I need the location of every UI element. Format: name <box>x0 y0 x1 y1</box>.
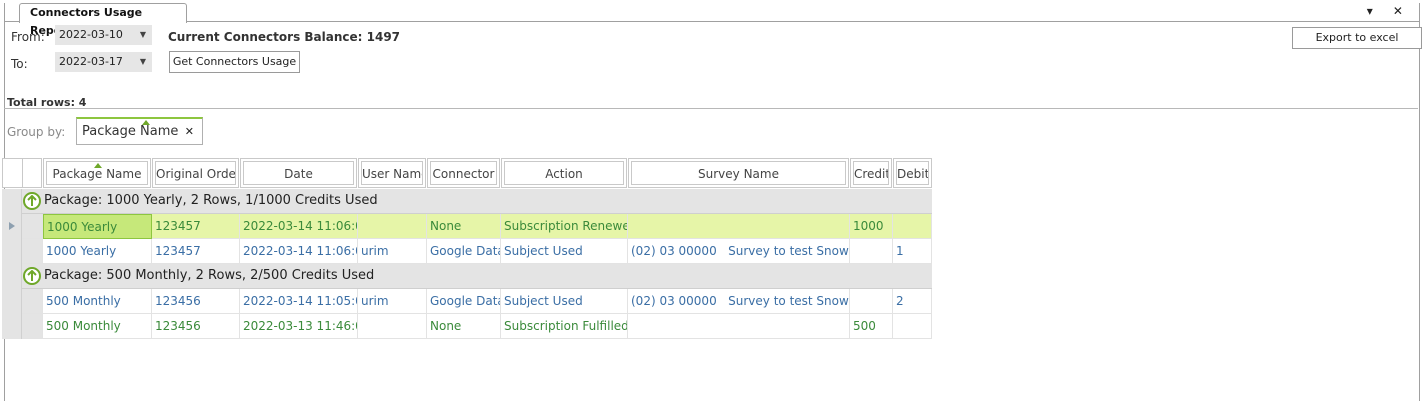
row-header <box>2 264 22 289</box>
column-header-connector[interactable]: Connector <box>427 158 500 188</box>
column-header-action[interactable]: Action <box>501 158 627 188</box>
group-title: Package: 1000 Yearly, 2 Rows, 1/1000 Cre… <box>44 193 378 208</box>
group-by-label: Group by: <box>7 125 66 139</box>
cell-user-name[interactable] <box>358 214 427 239</box>
tab-strip: Connectors Usage Report ▾ ✕ <box>5 3 1419 37</box>
cell-original-order[interactable]: 123456 <box>152 289 240 314</box>
cell-survey-name[interactable] <box>628 214 850 239</box>
cell-debit[interactable]: 1 <box>893 239 932 264</box>
cell-original-order[interactable]: 123456 <box>152 314 240 339</box>
group-row[interactable]: Package: 500 Monthly, 2 Rows, 2/500 Cred… <box>2 264 932 289</box>
row-header-corner <box>2 158 22 188</box>
cell-original-order[interactable]: 123457 <box>152 214 240 239</box>
sort-ascending-icon <box>94 163 102 168</box>
group-title: Package: 500 Monthly, 2 Rows, 2/500 Cred… <box>44 268 375 283</box>
row-header[interactable] <box>2 239 22 264</box>
cell-action[interactable]: Subscription Renewed <box>501 214 628 239</box>
cell-action[interactable]: Subscription Fulfilled <box>501 314 628 339</box>
column-header-date[interactable]: Date <box>240 158 357 188</box>
column-header-user-name[interactable]: User Name <box>358 158 426 188</box>
divider <box>4 108 1418 109</box>
sort-ascending-icon <box>142 120 150 125</box>
dropdown-arrow-icon[interactable]: ▼ <box>140 53 146 71</box>
group-by-chip[interactable]: Package Name ✕ <box>76 117 203 145</box>
cell-connector[interactable]: None <box>427 314 501 339</box>
cell-survey-name[interactable] <box>628 314 850 339</box>
cell-date[interactable]: 2022-03-14 11:06:09 <box>240 239 358 264</box>
cell-survey-name[interactable]: (02) 03 00000 Survey to test Snowflake <box>628 289 850 314</box>
group-indent <box>22 289 43 314</box>
cell-package-name[interactable]: 1000 Yearly <box>43 214 152 239</box>
cell-date[interactable]: 2022-03-14 11:05:09 <box>240 289 358 314</box>
row-header <box>2 189 22 214</box>
cell-debit[interactable]: 2 <box>893 289 932 314</box>
table-row[interactable]: 1000 Yearly 123457 2022-03-14 11:06:09 N… <box>2 214 932 239</box>
cell-action[interactable]: Subject Used <box>501 239 628 264</box>
row-header[interactable] <box>2 314 22 339</box>
cell-debit[interactable] <box>893 214 932 239</box>
from-label: From: <box>11 30 45 44</box>
row-header[interactable] <box>2 289 22 314</box>
connectors-balance: Current Connectors Balance: 1497 <box>168 30 401 44</box>
cell-survey-name[interactable]: (02) 03 00000 Survey to test Snowflake <box>628 239 850 264</box>
cell-credit[interactable]: 500 <box>850 314 893 339</box>
cell-package-name[interactable]: 500 Monthly <box>43 314 152 339</box>
cell-connector[interactable]: Google Data <box>427 289 501 314</box>
table-row[interactable]: 500 Monthly 123456 2022-03-13 11:46:09 N… <box>2 314 932 339</box>
column-header-original-order[interactable]: Original Order <box>152 158 239 188</box>
cell-credit[interactable] <box>850 239 893 264</box>
column-header-debit[interactable]: Debit <box>893 158 932 188</box>
to-label: To: <box>11 57 28 71</box>
cell-user-name[interactable]: urim <box>358 239 427 264</box>
cell-date[interactable]: 2022-03-14 11:06:09 <box>240 214 358 239</box>
cell-user-name[interactable] <box>358 314 427 339</box>
cell-action[interactable]: Subject Used <box>501 289 628 314</box>
table-row[interactable]: 500 Monthly 123456 2022-03-14 11:05:09 u… <box>2 289 932 314</box>
cell-date[interactable]: 2022-03-13 11:46:09 <box>240 314 358 339</box>
cell-credit[interactable] <box>850 289 893 314</box>
get-connectors-usage-button[interactable]: Get Connectors Usage <box>169 51 300 73</box>
collapse-group-icon[interactable] <box>23 267 41 285</box>
tab-controls[interactable]: ▾ ✕ <box>1367 4 1411 18</box>
group-row[interactable]: Package: 1000 Yearly, 2 Rows, 1/1000 Cre… <box>2 189 932 214</box>
to-date-select[interactable]: 2022-03-17 ▼ <box>55 52 152 72</box>
dropdown-arrow-icon[interactable]: ▼ <box>140 26 146 44</box>
from-date-select[interactable]: 2022-03-10 ▼ <box>55 25 152 45</box>
current-row-indicator-icon <box>9 222 15 230</box>
cell-package-name[interactable]: 500 Monthly <box>43 289 152 314</box>
column-header-survey-name[interactable]: Survey Name <box>628 158 849 188</box>
tab-connectors-usage-report[interactable]: Connectors Usage Report <box>19 3 187 37</box>
export-to-excel-button[interactable]: Export to excel <box>1292 27 1422 49</box>
close-icon[interactable]: ✕ <box>185 119 194 144</box>
to-date-value: 2022-03-17 <box>59 55 123 68</box>
cell-user-name[interactable]: urim <box>358 289 427 314</box>
cell-connector[interactable]: None <box>427 214 501 239</box>
group-indent-header <box>22 158 42 188</box>
group-indent <box>22 314 43 339</box>
cell-original-order[interactable]: 123457 <box>152 239 240 264</box>
cell-connector[interactable]: Google Data <box>427 239 501 264</box>
group-indent <box>22 214 43 239</box>
collapse-group-icon[interactable] <box>23 192 41 210</box>
from-date-value: 2022-03-10 <box>59 28 123 41</box>
cell-package-name[interactable]: 1000 Yearly <box>43 239 152 264</box>
cell-debit[interactable] <box>893 314 932 339</box>
row-header[interactable] <box>2 214 22 239</box>
group-indent <box>22 239 43 264</box>
table-row[interactable]: 1000 Yearly 123457 2022-03-14 11:06:09 u… <box>2 239 932 264</box>
cell-credit[interactable]: 1000 <box>850 214 893 239</box>
column-header-credit[interactable]: Credit <box>850 158 892 188</box>
group-by-chip-label: Package Name <box>82 124 179 139</box>
